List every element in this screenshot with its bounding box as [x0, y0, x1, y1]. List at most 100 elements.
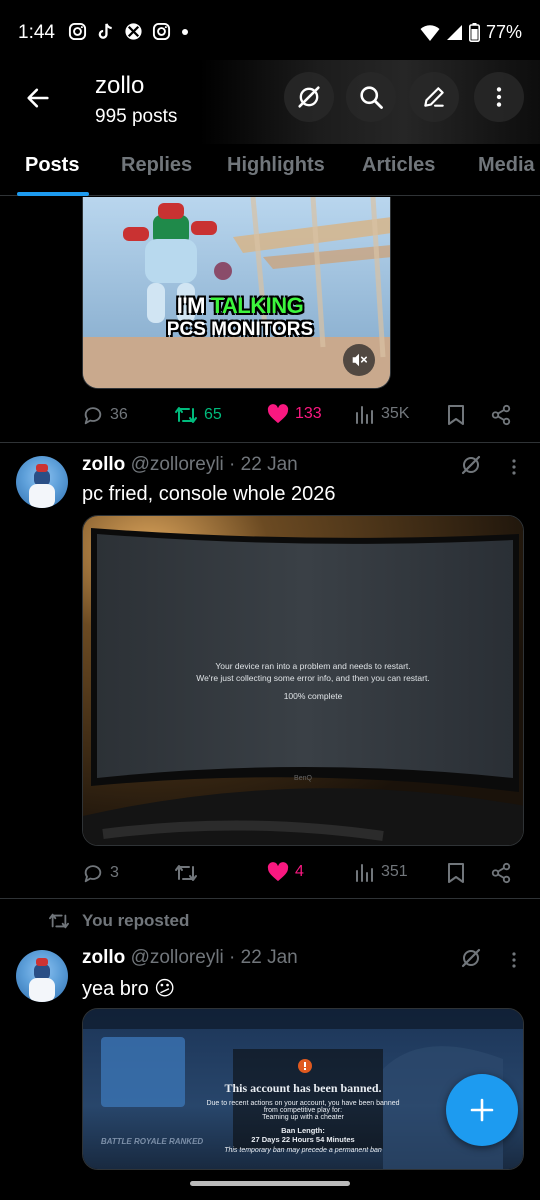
more-options-button[interactable] — [474, 72, 524, 122]
tiktok-icon — [96, 22, 115, 41]
reply-icon — [84, 407, 102, 425]
post-divider — [0, 898, 540, 899]
video-caption: I'M TALKING PCS MONITORS — [155, 293, 325, 341]
more-vertical-icon — [512, 459, 516, 475]
post-more-button[interactable] — [504, 455, 524, 479]
svg-text:BenQ: BenQ — [294, 775, 312, 782]
like-count: 4 — [295, 863, 304, 880]
signal-icon — [446, 25, 462, 40]
view-count: 351 — [381, 863, 408, 880]
tab-media[interactable]: Media — [478, 154, 535, 177]
error-screen-text: Your device ran into a problem and needs… — [163, 660, 463, 702]
ban-line-1: Due to recent actions on your account, y… — [206, 1100, 400, 1107]
mute-button[interactable] — [343, 344, 375, 376]
post-image[interactable]: BenQ Your device ran into a problem and … — [82, 515, 524, 846]
pencil-icon — [424, 87, 444, 107]
grok-button[interactable] — [284, 72, 334, 122]
ban-reason: Teaming up with a cheater — [262, 1114, 344, 1121]
reply-button[interactable]: 3 — [82, 862, 119, 884]
back-arrow-icon — [27, 88, 49, 108]
repost-button[interactable] — [174, 862, 198, 884]
author-name[interactable]: zollo — [82, 454, 125, 475]
ban-footer: This temporary ban may precede a permane… — [224, 1147, 382, 1154]
repost-label: You reposted — [82, 911, 190, 930]
tab-replies[interactable]: Replies — [121, 154, 192, 177]
home-indicator[interactable] — [190, 1181, 350, 1186]
views-chart-icon — [356, 864, 373, 882]
post-date: 22 Jan — [240, 454, 298, 475]
views-chart-icon — [356, 406, 373, 424]
search-icon — [360, 86, 383, 109]
status-bar: 1:44 77% — [0, 0, 540, 64]
post-date: 22 Jan — [240, 947, 298, 968]
instagram-icon — [152, 22, 171, 41]
ban-title: This account has been banned. — [224, 1081, 382, 1095]
grok-icon — [461, 455, 481, 475]
grok-icon — [298, 86, 320, 108]
plus-icon — [470, 1098, 494, 1122]
repost-count: 65 — [204, 406, 222, 423]
reply-icon — [84, 865, 102, 883]
caption-line-2: PCS MONITORS — [166, 319, 314, 340]
heart-filled-icon — [267, 862, 289, 882]
bookmark-icon — [448, 405, 464, 425]
more-notifications-dot — [182, 28, 188, 35]
more-vertical-icon — [496, 87, 502, 107]
profile-header: zollo 995 posts — [0, 60, 540, 144]
bookmark-button[interactable] — [447, 404, 465, 426]
author-handle[interactable]: @zolloreyli — [131, 947, 224, 968]
system-indicators: 77% — [420, 22, 522, 43]
post-text: pc fried, console whole 2026 — [82, 483, 336, 505]
grok-icon — [461, 948, 481, 968]
post-more-button[interactable] — [504, 948, 524, 972]
tab-posts[interactable]: Posts — [25, 154, 79, 177]
search-button[interactable] — [346, 72, 396, 122]
notification-icons — [68, 22, 188, 41]
tab-highlights[interactable]: Highlights — [227, 154, 325, 177]
caption-word-white: I'M — [176, 293, 206, 318]
like-button[interactable]: 4 — [267, 862, 304, 882]
views-button[interactable]: 351 — [355, 862, 408, 882]
error-progress: 100% complete — [283, 691, 343, 701]
post-divider — [0, 442, 540, 443]
reply-count: 36 — [110, 406, 128, 423]
battery-icon — [468, 23, 480, 42]
ban-line-2: from competitive play for: — [263, 1107, 343, 1114]
battery-percent: 77% — [485, 22, 522, 42]
edit-button[interactable] — [409, 72, 459, 122]
post-header: zollo @zolloreyli · 22 Jan — [82, 947, 298, 969]
dot-separator: · — [229, 947, 236, 968]
error-line-1: Your device ran into a problem and needs… — [215, 661, 411, 671]
ban-side-label: BATTLE ROYALE RANKED — [100, 1137, 204, 1146]
repost-icon — [49, 913, 69, 929]
avatar[interactable] — [16, 950, 68, 1002]
instagram-icon — [68, 22, 87, 41]
compose-button[interactable] — [446, 1074, 518, 1146]
repost-context: You reposted — [48, 911, 189, 931]
repost-icon — [175, 865, 197, 881]
avatar[interactable] — [16, 456, 68, 508]
post-text: yea bro 😕 — [82, 978, 176, 1000]
back-button[interactable] — [18, 78, 58, 118]
more-vertical-icon — [512, 952, 516, 968]
profile-tabs: Posts Replies Highlights Articles Media — [0, 140, 540, 196]
muted-speaker-icon — [352, 353, 368, 367]
post-header: zollo @zolloreyli · 22 Jan — [82, 454, 298, 476]
reply-button[interactable]: 36 — [82, 404, 128, 426]
grok-post-button[interactable] — [459, 946, 485, 972]
grok-post-button[interactable] — [459, 453, 485, 479]
share-button[interactable] — [490, 404, 512, 426]
post-video[interactable]: I'M TALKING PCS MONITORS — [82, 197, 391, 389]
share-button[interactable] — [490, 862, 512, 884]
repost-button[interactable]: 65 — [174, 404, 222, 426]
xbox-icon — [124, 22, 143, 41]
author-name[interactable]: zollo — [82, 947, 125, 968]
tab-articles[interactable]: Articles — [362, 154, 435, 177]
active-tab-indicator — [17, 192, 89, 196]
like-button[interactable]: 133 — [267, 404, 322, 424]
bookmark-button[interactable] — [447, 862, 465, 884]
ban-length-value: 27 Days 22 Hours 54 Minutes — [251, 1135, 355, 1144]
views-button[interactable]: 35K — [355, 404, 409, 424]
heart-filled-icon — [267, 404, 289, 424]
author-handle[interactable]: @zolloreyli — [131, 454, 224, 475]
